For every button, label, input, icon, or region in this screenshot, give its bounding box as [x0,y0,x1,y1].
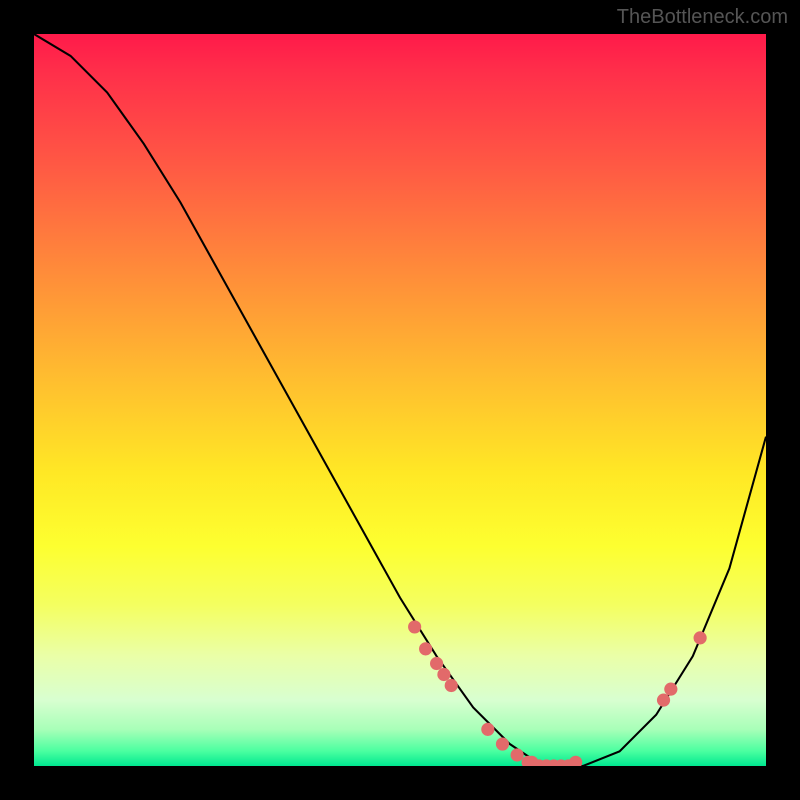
data-point [496,737,509,750]
data-point [481,723,494,736]
data-point [419,642,432,655]
data-point [569,756,582,766]
data-point [511,748,524,761]
data-markers [408,620,707,766]
watermark-text: TheBottleneck.com [617,6,788,29]
data-point [445,679,458,692]
data-point [408,620,421,633]
data-point [694,631,707,644]
data-point [437,668,450,681]
data-point [664,683,677,696]
curve-svg [34,34,766,766]
plot-area [34,34,766,766]
bottleneck-curve [34,34,766,766]
chart-container: TheBottleneck.com [0,0,800,800]
data-point [657,694,670,707]
data-point [430,657,443,670]
